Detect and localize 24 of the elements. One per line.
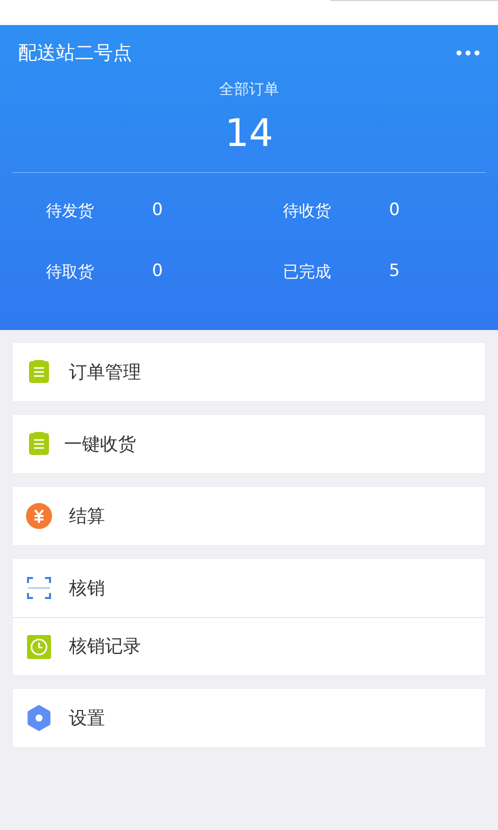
menu-item[interactable]: 结算 (13, 487, 485, 545)
stat-count: 0 (152, 260, 163, 283)
yen-icon (26, 503, 52, 529)
stat-label: 待发货 (46, 200, 95, 222)
menu-item[interactable]: 设置 (13, 689, 485, 747)
more-icon[interactable] (456, 50, 480, 56)
menu-item[interactable]: 一键收货 (13, 415, 485, 473)
stat-label: 待取货 (46, 260, 95, 282)
stat-count: 0 (152, 198, 163, 222)
clock-icon (27, 634, 51, 658)
stat-label: 待收货 (283, 200, 332, 222)
clipboard-icon (28, 360, 50, 384)
stat-count: 5 (389, 260, 400, 283)
scan-icon (27, 577, 51, 599)
total-label: 全部订单 (219, 78, 279, 100)
menu-item[interactable]: 订单管理 (13, 343, 485, 401)
settings-icon (26, 705, 52, 731)
menu-item[interactable]: 核销 (13, 559, 485, 617)
station-title: 配送站二号点 (18, 41, 132, 66)
total-count: 14 (224, 114, 274, 152)
stat-label: 已完成 (283, 260, 332, 282)
clipboard-icon (28, 432, 50, 456)
menu-item[interactable]: 核销记录 (13, 617, 485, 675)
stat-count: 0 (389, 198, 400, 222)
